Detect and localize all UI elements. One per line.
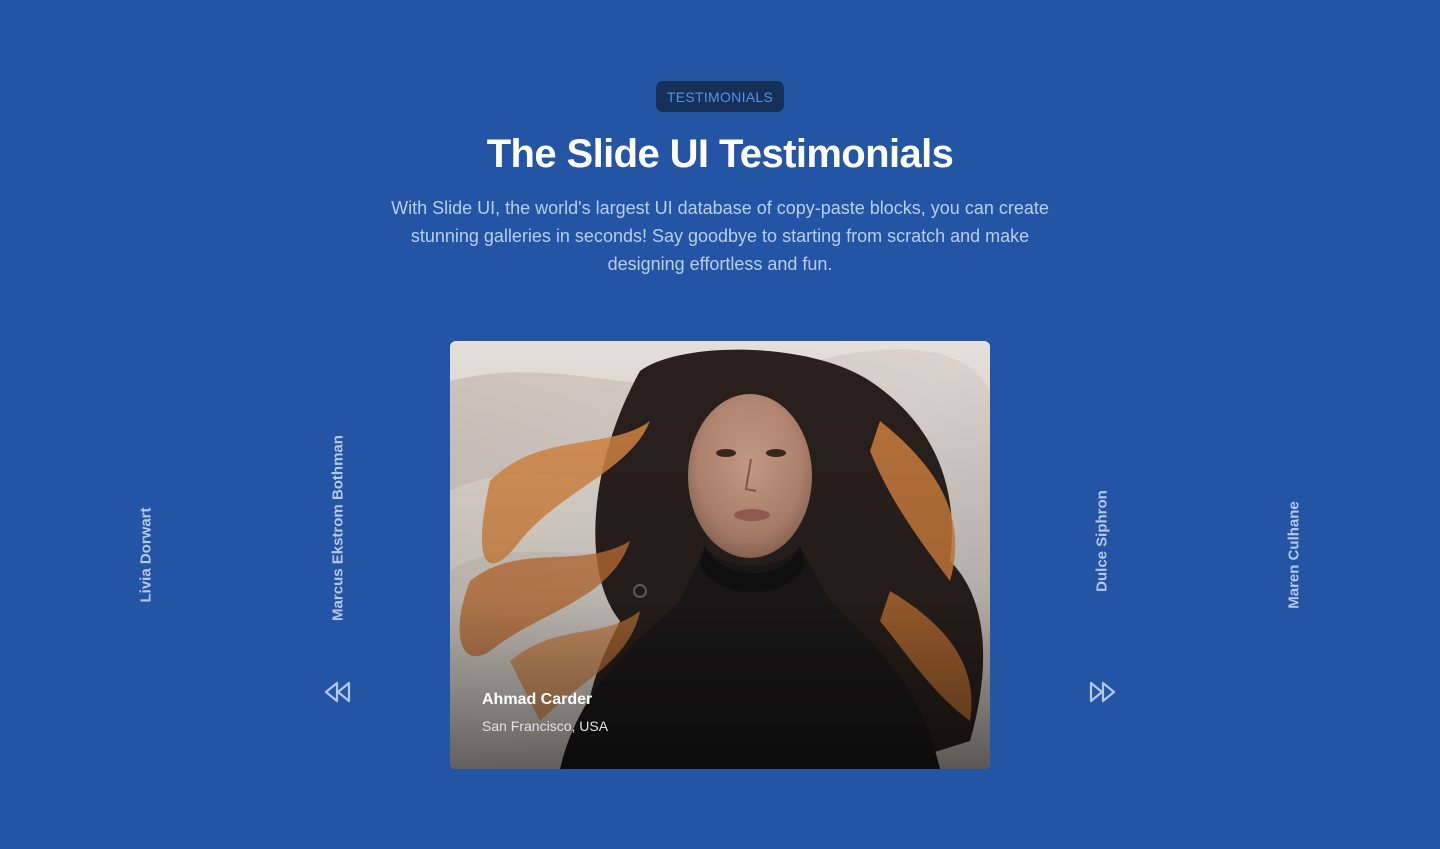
next-button[interactable]	[1086, 676, 1118, 708]
testimonial-name-dulce[interactable]: Dulce Siphron	[1094, 490, 1111, 592]
section-badge: TESTIMONIALS	[656, 81, 784, 112]
testimonial-name-maren[interactable]: Maren Culhane	[1286, 501, 1303, 609]
active-testimonial-card[interactable]: Ahmad Carder San Francisco, USA	[450, 341, 990, 769]
testimonial-name-marcus[interactable]: Marcus Ekstrom Bothman	[330, 435, 347, 621]
testimonials-section: TESTIMONIALS The Slide UI Testimonials W…	[0, 0, 1440, 849]
testimonial-author-name: Ahmad Carder	[482, 691, 593, 708]
prev-button[interactable]	[322, 676, 354, 708]
page-title: The Slide UI Testimonials	[486, 132, 954, 176]
testimonial-name-livia[interactable]: Livia Dorwart	[138, 507, 155, 602]
fast-forward-icon	[1089, 681, 1116, 703]
rewind-icon	[324, 681, 351, 703]
section-description: With Slide UI, the world's largest UI da…	[391, 198, 1049, 274]
testimonial-author-location: San Francisco, USA	[482, 718, 609, 734]
